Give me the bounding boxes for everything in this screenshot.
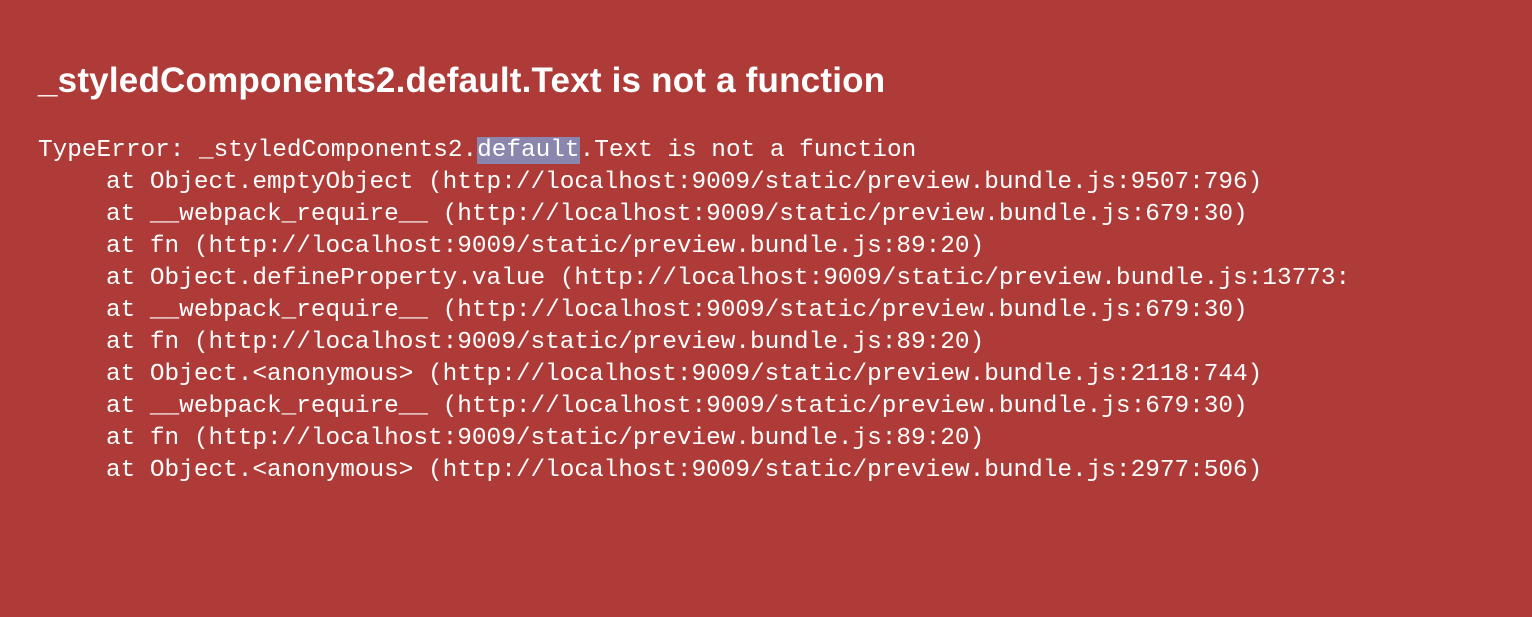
stack-frame: at Object.emptyObject (http://localhost:… <box>106 169 1263 196</box>
error-title: _styledComponents2.default.Text is not a… <box>38 61 886 100</box>
stack-frame: at __webpack_require__ (http://localhost… <box>106 393 1248 420</box>
stack-frame: at Object.<anonymous> (http://localhost:… <box>106 457 1263 484</box>
error-message-prefix: TypeError: _styledComponents2. <box>38 137 478 164</box>
stack-frame: at Object.defineProperty.value (http://l… <box>106 265 1351 292</box>
error-screen: _styledComponents2.default.Text is not a… <box>0 0 1532 617</box>
stack-frame: at Object.<anonymous> (http://localhost:… <box>106 361 1263 388</box>
error-message-suffix: .Text is not a function <box>579 137 917 164</box>
stack-frame: at __webpack_require__ (http://localhost… <box>106 297 1248 324</box>
selected-text-default[interactable]: default <box>477 137 580 164</box>
stack-frame: at __webpack_require__ (http://localhost… <box>106 201 1248 228</box>
stack-frame: at fn (http://localhost:9009/static/prev… <box>106 233 985 260</box>
stack-frame: at fn (http://localhost:9009/static/prev… <box>106 425 985 452</box>
stack-frame: at fn (http://localhost:9009/static/prev… <box>106 329 985 356</box>
error-message: TypeError: _styledComponents2.default.Te… <box>38 135 1532 167</box>
stack-trace: TypeError: _styledComponents2.default.Te… <box>38 135 1532 487</box>
